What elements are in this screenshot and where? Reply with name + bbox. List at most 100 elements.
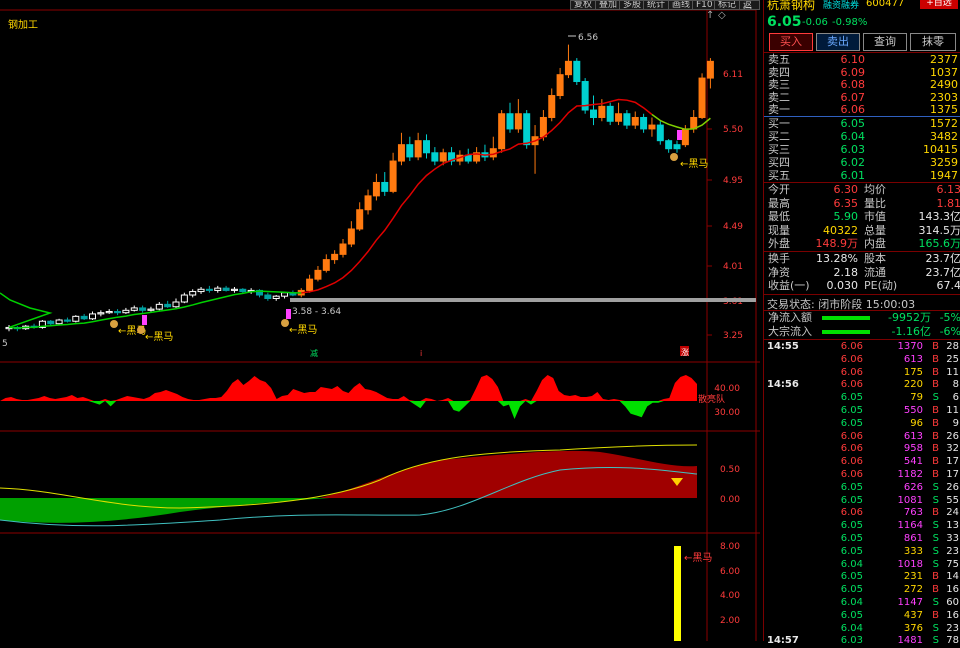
tick-price: 6.05 [841,610,863,623]
kline-candle [115,312,121,313]
tick-row[interactable]: 6.06763B24 [764,507,960,520]
high-price-label: 6.56 [578,33,598,43]
tick-row[interactable]: 6.051164S13 [764,520,960,533]
kline-chart-area[interactable]: 6.115.504.954.494.013.613.2556.563.58 - … [0,0,760,641]
sell-button[interactable]: 卖出 [816,33,860,51]
tick-row[interactable]: 6.06541B17 [764,456,960,469]
kline-candle [682,129,688,145]
tick-volume: 1370 [898,341,923,354]
stat-label-2: 量比 [864,197,886,211]
tick-row[interactable]: 6.0596B9 [764,418,960,431]
kline-candle [140,308,146,310]
panel3-red-area [320,451,697,498]
bid-row: 买四6.023259 [764,156,960,170]
stat-row: 现量40322总量314.5万 [764,224,960,238]
stat-value: 5.90 [834,210,859,224]
tick-row[interactable]: 6.05437B16 [764,610,960,623]
tick-side: B [932,584,939,597]
stat2-value: 0.030 [827,279,859,293]
tick-price: 6.06 [841,469,863,482]
tick-price: 6.06 [841,443,863,456]
ma-line-red [301,99,652,292]
tick-row[interactable]: 6.041147S60 [764,597,960,610]
query-button[interactable]: 查询 [863,33,907,51]
tick-side: B [932,571,939,584]
tick-row[interactable]: 14:566.06220B8 [764,379,960,392]
bid-volume: 1572 [930,117,958,131]
stat-label-2: 总量 [864,224,886,238]
tick-row[interactable]: 6.05626S26 [764,482,960,495]
kline-candle [48,321,54,323]
tick-price: 6.05 [841,418,863,431]
kline-candle [515,114,521,129]
bid-volume: 1947 [930,169,958,183]
stat2-row: 换手13.28%股本23.7亿 [764,252,960,266]
tick-row[interactable]: 6.06613B26 [764,431,960,444]
bid-row: 买一6.051572 [764,117,960,131]
toolbar-button-mark[interactable]: 标记 [714,0,740,10]
stat-row: 最高6.35量比1.81 [764,197,960,211]
kline-candle [591,110,597,117]
kline-candle [382,182,388,191]
stat-label: 最低 [768,210,790,224]
tick-row[interactable]: 6.05550B11 [764,405,960,418]
tick-side: S [933,392,939,405]
stat2-value: 2.18 [834,266,859,280]
tick-row[interactable]: 6.0579S6 [764,392,960,405]
tick-row[interactable]: 6.05333S23 [764,546,960,559]
tick-row[interactable]: 6.06958B32 [764,443,960,456]
price-axis-label: 4.01 [723,262,743,272]
kline-candle [223,288,229,290]
tick-row[interactable]: 6.05861S33 [764,533,960,546]
panel2-axis-label: 40.00 [714,384,740,394]
signal-bar [677,130,682,140]
panel4-axis-label: 6.00 [720,567,740,577]
tick-row[interactable]: 6.051081S55 [764,495,960,508]
stat2-label: 收益(一) [768,279,810,293]
kline-candle [674,145,680,149]
bid-label: 买四 [768,156,790,170]
tick-row[interactable]: 6.061182B17 [764,469,960,482]
tick-row[interactable]: 14:556.061370B28 [764,341,960,354]
price-axis-label: 6.11 [723,70,743,80]
tick-count: 75 [946,559,959,572]
tick-price: 6.03 [841,635,863,648]
bid-price: 6.01 [841,169,866,183]
arrow-up-icon[interactable]: ↑ [706,10,714,21]
kline-candle [624,114,630,125]
toolbar-button-back[interactable]: 返回 [739,0,760,10]
tick-row[interactable]: 14:576.031481S78 [764,635,960,648]
kline-chart-svg[interactable]: 6.115.504.954.494.013.613.2556.563.58 - … [0,0,760,641]
toolbar-button-f10[interactable]: F10 [692,0,717,10]
tick-count: 16 [946,610,959,623]
toolbar-button-overlay[interactable]: 叠加 [595,0,621,10]
stat2-label-2: 股本 [864,252,886,266]
stat-label-2: 内盘 [864,237,886,251]
tick-row[interactable]: 6.06613B25 [764,354,960,367]
tick-row[interactable]: 6.04376S23 [764,623,960,636]
kline-candle [357,210,363,229]
marker-zhang: 涨 [681,347,689,357]
tick-row[interactable]: 6.05272B16 [764,584,960,597]
buy-button[interactable]: 买入 [769,33,813,51]
tick-volume: 958 [904,443,923,456]
tick-side: S [933,533,939,546]
tick-volume: 220 [904,379,923,392]
tick-price: 6.06 [841,354,863,367]
tick-price: 6.06 [841,456,863,469]
round-button[interactable]: 抹零 [910,33,956,51]
kline-candle [123,310,129,312]
stat-value: 40322 [823,224,858,238]
diamond-icon[interactable]: ◇ [718,10,726,21]
tick-count: 11 [946,405,959,418]
toolbar-button-stats[interactable]: 统计 [643,0,669,10]
kline-candle [73,316,79,321]
tick-row[interactable]: 6.06175B11 [764,367,960,380]
add-watchlist-button[interactable]: +自选 [920,0,958,9]
tick-row[interactable]: 6.041018S75 [764,559,960,572]
tick-row[interactable]: 6.05231B14 [764,571,960,584]
toolbar-button-fuquan[interactable]: 复权 [570,0,596,10]
toolbar-button-draw[interactable]: 画线 [668,0,694,10]
toolbar-button-multi[interactable]: 多股 [619,0,645,10]
kline-candle [273,296,279,298]
